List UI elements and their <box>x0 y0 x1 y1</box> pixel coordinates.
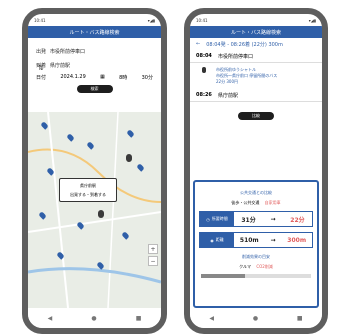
recents-icon[interactable]: ■ <box>297 315 303 322</box>
metric-after: 300m <box>287 236 307 244</box>
metric-values: 31分 → 22分 <box>234 215 312 224</box>
metric-after: 22分 <box>290 216 305 224</box>
metric-row: ◷ 所要時間 31分 → 22分 <box>199 211 313 227</box>
date-label: 日付 <box>36 75 47 81</box>
android-nav-bar: ◀ ● ■ <box>28 308 161 328</box>
panel-title: 公共交通との比較 <box>240 190 272 195</box>
compare-button[interactable]: 比較 <box>238 112 274 120</box>
phone-right: 10:41 ▾◢▮ ルート・バス路線検索 ← 08:04発 - 08:26着 (… <box>184 8 328 334</box>
back-icon[interactable]: ◀ <box>209 315 214 322</box>
footer-row: クルマ CO2削減 <box>195 264 317 270</box>
bus-dot-icon <box>202 67 206 73</box>
android-nav-bar: ◀ ● ■ <box>190 308 322 328</box>
metric-label-text: 所要時間 <box>211 216 228 221</box>
app-title: ルート・バス路線検索 <box>230 29 281 36</box>
stop-time: 08:26 <box>196 92 212 98</box>
status-icons: ▾◢▮ <box>147 17 155 23</box>
arrow-right-icon: → <box>270 215 276 223</box>
app-title-bar: ルート・バス路線検索 <box>28 26 161 38</box>
subtitle-a: 徒歩・公共交通 <box>231 200 260 205</box>
app-title: ルート・バス路線検索 <box>69 29 120 36</box>
home-icon[interactable]: ● <box>253 315 258 322</box>
date-value[interactable]: 2024.1.29 <box>60 74 85 81</box>
status-time: 10:41 <box>196 17 208 23</box>
map[interactable]: 県庁前駅 出発する・到着する + − <box>28 112 161 308</box>
metric-before: 510m <box>239 236 259 244</box>
route-header: ← 08:04発 - 08:26着 (22分) 300m <box>190 38 322 50</box>
scroll-thumb[interactable] <box>201 274 245 278</box>
status-bar: 10:41 ▾◢▮ <box>28 14 161 26</box>
hour-select[interactable]: 8時 <box>119 74 127 81</box>
popup-actions[interactable]: 出発する・到着する <box>60 192 116 198</box>
app-title-bar: ルート・バス路線検索 <box>190 26 322 38</box>
status-bar: 10:41 ▾◢▮ <box>190 14 322 26</box>
comparison-panel: 公共交通との比較 徒歩・公共交通 自家用車 ◷ 所要時間 31分 → 22分 ◉… <box>193 180 319 308</box>
destination-field[interactable]: 到着 県庁前駅 <box>28 60 161 70</box>
status-icons: ▾◢▮ <box>308 17 316 23</box>
zoom-in-icon[interactable]: + <box>148 244 158 254</box>
popup-title: 県庁前駅 <box>80 183 96 188</box>
clock-icon: ◷ <box>206 216 210 222</box>
origin-value: 市役所前停車口 <box>50 48 86 55</box>
home-icon[interactable]: ● <box>91 315 96 322</box>
pin-icon: ◉ <box>210 237 214 243</box>
date-row[interactable]: 日付 2024.1.29 ▦ 8時 30分 <box>28 74 161 81</box>
stop-popup[interactable]: 県庁前駅 出発する・到着する <box>59 178 117 202</box>
stop-name: 県庁前駅 <box>218 92 239 99</box>
arrow-right-icon: → <box>270 236 276 244</box>
recents-icon[interactable]: ■ <box>136 315 142 322</box>
extra-label: CO2削減 <box>256 264 273 269</box>
metric-label-text: 距離 <box>215 237 224 242</box>
stop-time: 08:04 <box>196 53 212 59</box>
origin-field[interactable]: 出発 市役所前停車口 <box>28 46 161 56</box>
route-summary: 08:04発 - 08:26着 (22分) 300m <box>206 41 283 48</box>
phone-left: 10:41 ▾◢▮ ルート・バス路線検索 出発 市役所前停車口 到着 県庁前駅 … <box>22 8 167 334</box>
back-icon[interactable]: ◀ <box>48 315 53 322</box>
metric-label: ◷ 所要時間 <box>200 212 234 226</box>
map-roads <box>28 112 161 308</box>
metric-label: ◉ 距離 <box>200 233 234 247</box>
stop-name: 市役所前停車口 <box>218 53 254 60</box>
status-time: 10:41 <box>34 17 46 23</box>
mode-label: クルマ <box>239 264 252 269</box>
metric-before: 31分 <box>241 216 256 224</box>
scroll-bar[interactable] <box>201 274 311 278</box>
calendar-icon[interactable]: ▦ <box>100 74 105 81</box>
bus-icon[interactable] <box>98 210 104 218</box>
swap-icon[interactable]: ⇅ <box>38 64 44 72</box>
subtitle-b: 自家用車 <box>264 200 281 205</box>
metric-row: ◉ 距離 510m → 300m <box>199 232 313 248</box>
minute-select[interactable]: 30分 <box>142 74 153 81</box>
bus-icon[interactable] <box>126 154 132 162</box>
origin-tag: 出発 <box>36 48 47 55</box>
zoom-out-icon[interactable]: − <box>148 256 158 266</box>
search-button[interactable]: 検索 <box>76 85 113 93</box>
footer-title: 削減効果の目安 <box>242 254 270 259</box>
stop-row: 08:26 県庁前駅 <box>190 89 322 102</box>
stop-info-text: 市役所前ゆうシャトル 市役所〜県庁前口 停留所間のバス 22分 300円 <box>216 67 278 84</box>
back-arrow-icon[interactable]: ← <box>196 41 200 47</box>
panel-subtitle: 徒歩・公共交通 自家用車 <box>195 200 317 206</box>
destination-value: 県庁前駅 <box>50 62 71 69</box>
metric-values: 510m → 300m <box>234 237 312 244</box>
stop-info: 市役所前ゆうシャトル 市役所〜県庁前口 停留所間のバス 22分 300円 <box>190 63 322 89</box>
stop-row: 08:04 市役所前停車口 <box>190 50 322 63</box>
